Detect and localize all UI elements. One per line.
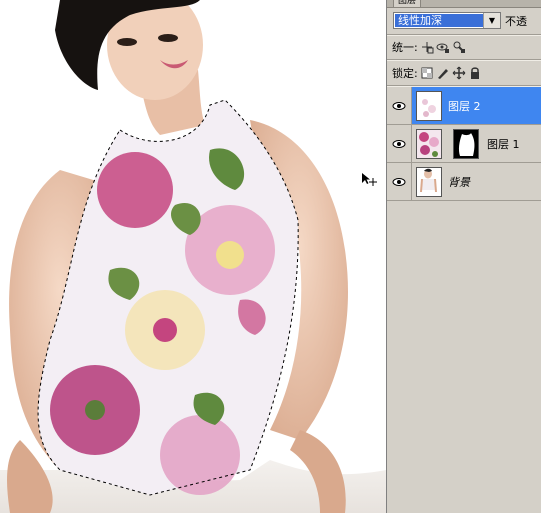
chevron-down-icon[interactable]: ▼ [483,13,500,28]
panel-tabstrip: 图层 [387,0,541,8]
move-cursor-icon [362,173,377,186]
divider [387,59,541,61]
unify-style-icon[interactable] [452,40,466,54]
tab-layers[interactable]: 图层 [393,0,421,7]
layer-name: 图层 1 [487,138,520,151]
canvas-image [0,0,386,513]
layer-mask-thumbnail[interactable] [453,129,479,159]
visibility-toggle[interactable] [387,125,412,162]
blend-mode-value: 线性加深 [395,14,484,27]
lock-all-icon[interactable] [468,66,482,80]
layer-thumbnail[interactable] [416,129,442,159]
layer-thumbnail[interactable] [416,167,442,197]
eye-icon [392,177,406,186]
layer-name: 图层 2 [448,100,481,113]
divider [387,34,541,36]
visibility-toggle[interactable] [387,163,412,200]
layer-row-layer-2[interactable]: 图层 2 [387,87,541,125]
unify-row: 统一: [392,39,466,55]
document-canvas[interactable] [0,0,386,513]
lock-label: 锁定: [392,67,418,80]
layer-row-background[interactable]: 背景 [387,163,541,201]
layer-name: 背景 [448,176,470,189]
opacity-label: 不透 [505,15,527,28]
eye-icon [392,139,406,148]
layer-row-layer-1[interactable]: 图层 1 [387,125,541,163]
lock-transparency-icon[interactable] [420,66,434,80]
lock-move-icon[interactable] [452,66,466,80]
visibility-toggle[interactable] [387,87,412,124]
unify-label: 统一: [392,41,418,54]
eye-icon [392,101,406,110]
unify-visibility-icon[interactable] [436,40,450,54]
layer-thumbnail[interactable] [416,91,442,121]
lock-row: 锁定: [392,65,482,81]
layers-panel: 图层 线性加深 ▼ 不透 统一: 锁定: 图层 2 图层 1 背景 [386,0,541,513]
unify-position-icon[interactable] [420,40,434,54]
blend-mode-select[interactable]: 线性加深 ▼ [393,12,501,29]
lock-paint-icon[interactable] [436,66,450,80]
